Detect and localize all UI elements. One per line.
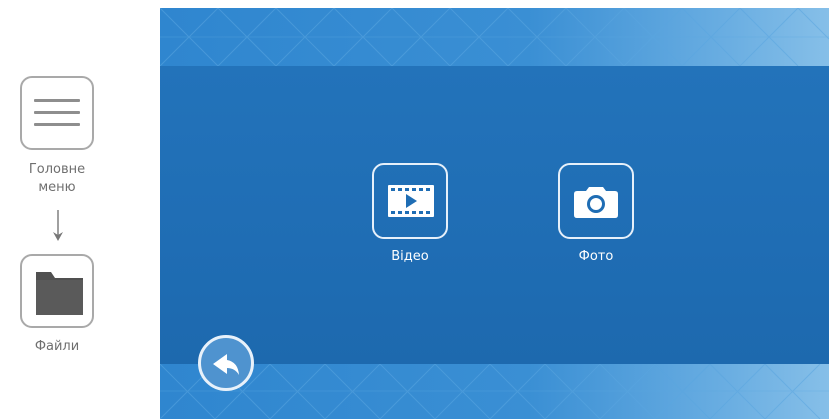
- main-menu-label-line2: меню: [38, 180, 76, 195]
- video-label[interactable]: Відео: [350, 248, 470, 266]
- band-pattern: [160, 364, 829, 419]
- main-menu-label: Головне меню: [8, 161, 106, 197]
- video-button[interactable]: [372, 163, 448, 239]
- top-decorative-band: [160, 8, 829, 66]
- video-clapper-icon: [388, 185, 434, 217]
- back-button[interactable]: [198, 335, 254, 391]
- main-menu-label-line1: Головне: [28, 162, 86, 177]
- menu-hamburger-icon: [34, 99, 80, 126]
- band-pattern: [160, 8, 829, 66]
- back-arrow-icon: [213, 354, 239, 375]
- files-step-icon: [20, 254, 94, 328]
- arrow-down-icon: [53, 210, 63, 241]
- camera-icon: [574, 187, 618, 218]
- folder-icon: [36, 272, 83, 315]
- main-menu-step-icon: [20, 76, 94, 150]
- photo-label[interactable]: Фото: [536, 248, 656, 266]
- bottom-decorative-band: [160, 364, 829, 419]
- main-area: Відео Фото: [160, 66, 829, 364]
- device-screen: Відео Фото: [160, 8, 829, 419]
- photo-button[interactable]: [558, 163, 634, 239]
- files-label: Файли: [34, 339, 80, 354]
